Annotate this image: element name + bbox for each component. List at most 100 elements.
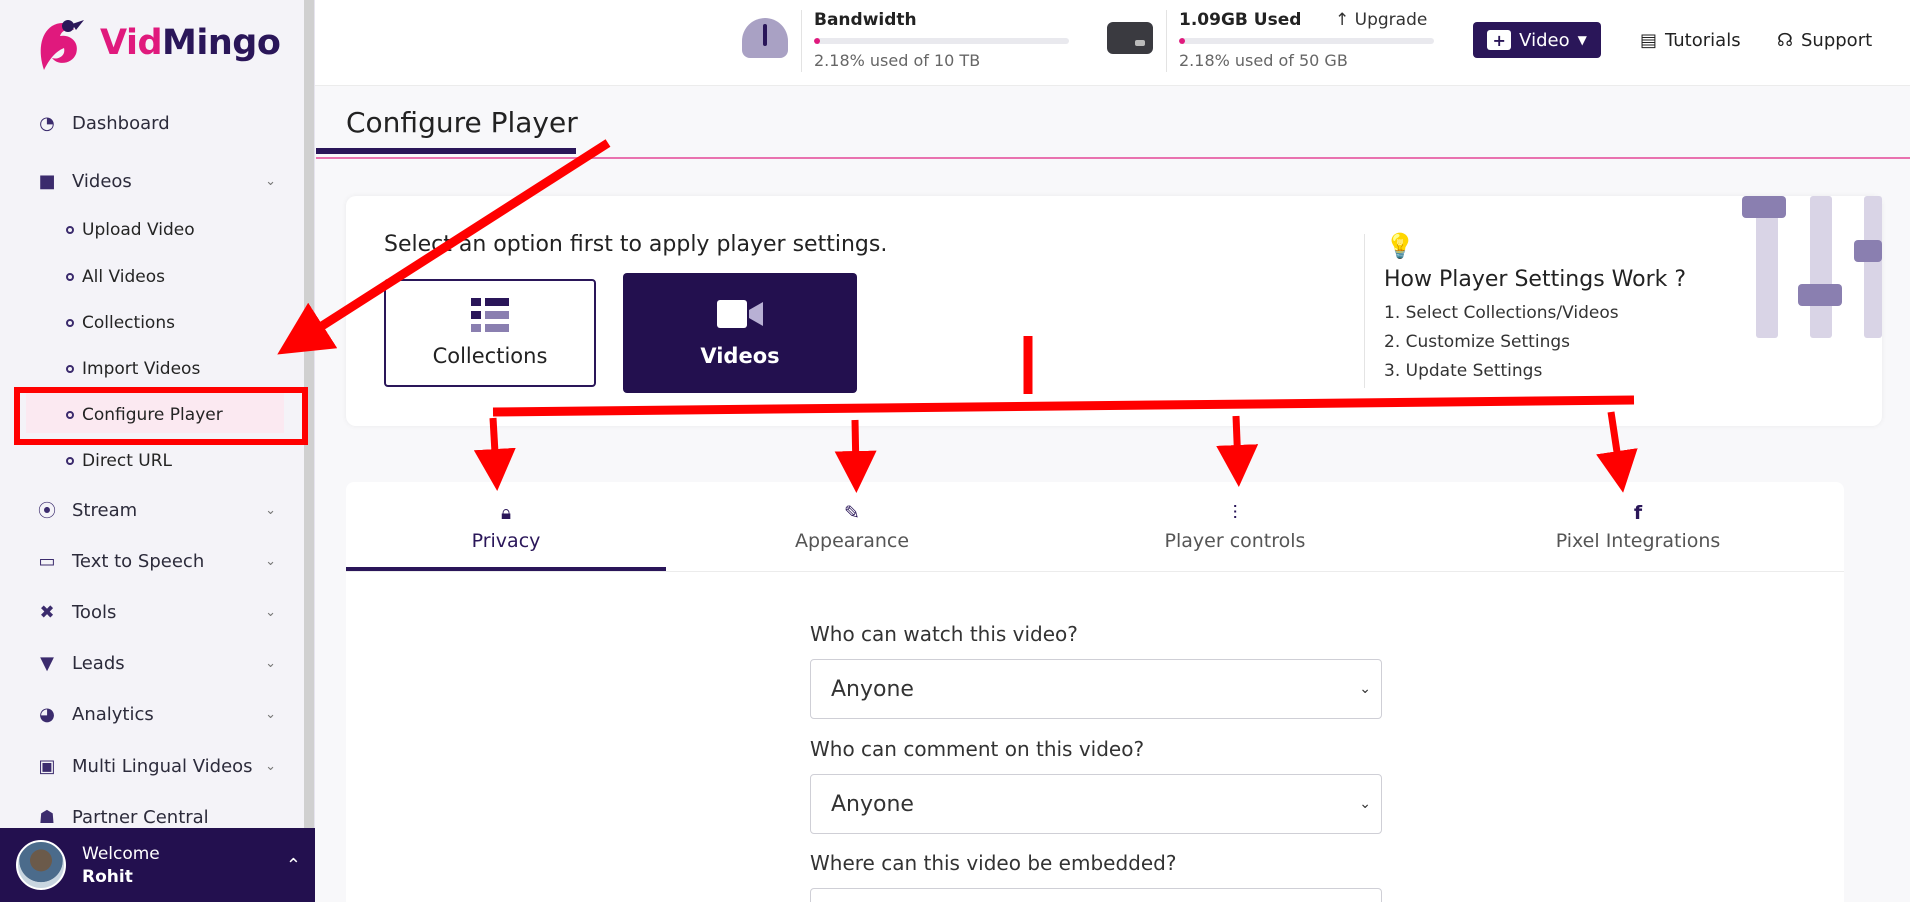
divider — [1166, 10, 1167, 72]
top-bar: Bandwidth 2.18% used of 10 TB 1.09GB Use… — [315, 0, 1910, 86]
sidebar-item-label: Multi Lingual Videos — [72, 755, 253, 777]
bandwidth-meter: Bandwidth 2.18% used of 10 TB — [814, 10, 1069, 70]
sidebar-item-videos[interactable]: ■ Videos ⌄ — [36, 164, 276, 198]
watch-permission-label: Who can watch this video? — [810, 622, 1078, 646]
chevron-down-icon: ⌄ — [1359, 681, 1371, 697]
sidebar-item-label: Analytics — [72, 703, 154, 725]
bandwidth-title: Bandwidth — [814, 10, 917, 30]
sidebar-item-text-to-speech[interactable]: ▭ Text to Speech ⌄ — [36, 544, 276, 578]
settings-sliders-illustration — [1742, 196, 1882, 338]
translate-icon: ▣ — [38, 755, 56, 777]
tab-appearance[interactable]: ✎ Appearance — [700, 482, 1004, 572]
comment-permission-select[interactable]: Anyone ⌄ — [810, 774, 1382, 834]
subitem-label: Collections — [82, 313, 175, 333]
sidebar-item-label: Leads — [72, 652, 125, 674]
tab-player-controls[interactable]: ⫶ Player controls — [1080, 482, 1390, 572]
chevron-down-icon: ⌄ — [265, 604, 276, 620]
videos-option-button[interactable]: Videos — [623, 273, 857, 393]
sliders-icon: ⫶ — [1232, 502, 1238, 524]
tutorials-link[interactable]: ▤ Tutorials — [1640, 30, 1741, 51]
add-video-button[interactable]: + Video ▼ — [1473, 22, 1601, 58]
divider — [1364, 234, 1365, 388]
brand-name: VidMingo — [100, 23, 281, 63]
sidebar-item-stream[interactable]: ⦿ Stream ⌄ — [36, 493, 276, 527]
how-step: 1. Select Collections/Videos — [1384, 303, 1619, 323]
filter-icon: ▼ — [40, 652, 54, 674]
bullet-icon — [66, 365, 74, 373]
sidebar-item-dashboard[interactable]: ◔ Dashboard — [36, 106, 276, 140]
logo[interactable]: VidMingo — [30, 12, 281, 74]
sidebar-subitem-upload-video[interactable]: Upload Video — [66, 215, 195, 245]
upgrade-label: Upgrade — [1354, 10, 1428, 30]
how-it-works-title: How Player Settings Work ? — [1384, 267, 1687, 292]
list-icon — [471, 298, 509, 332]
bullet-icon — [66, 273, 74, 281]
document-icon: ▤ — [1640, 30, 1658, 51]
sidebar: VidMingo ◔ Dashboard ■ Videos ⌄ Upload V… — [0, 0, 315, 902]
caret-down-icon: ▼ — [1577, 33, 1587, 47]
facebook-icon: f — [1633, 502, 1643, 524]
sidebar-subitem-import-videos[interactable]: Import Videos — [66, 354, 200, 384]
sidebar-subitem-all-videos[interactable]: All Videos — [66, 262, 165, 292]
bullet-icon — [66, 319, 74, 327]
tab-label: Pixel Integrations — [1555, 530, 1721, 552]
people-icon: ☗ — [38, 806, 56, 828]
chevron-down-icon: ⌄ — [265, 502, 276, 518]
sidebar-item-tools[interactable]: ✖ Tools ⌄ — [36, 595, 276, 629]
user-footer[interactable]: Welcome Rohit ⌃ — [0, 828, 315, 902]
upgrade-link[interactable]: ↑ Upgrade — [1335, 10, 1427, 30]
plus-icon: + — [1487, 30, 1512, 50]
storage-progress — [1179, 38, 1434, 44]
pie-chart-icon: ◕ — [39, 703, 55, 725]
chevron-down-icon: ⌄ — [265, 553, 276, 569]
chevron-down-icon: ⌄ — [1359, 796, 1371, 812]
storage-progress-fill — [1179, 38, 1185, 44]
watch-permission-select[interactable]: Anyone ⌄ — [810, 659, 1382, 719]
tools-icon: ✖ — [39, 601, 55, 623]
tutorials-label: Tutorials — [1665, 30, 1741, 51]
chevron-down-icon: ⌄ — [265, 655, 276, 671]
sidebar-item-label: Videos — [72, 170, 132, 192]
tab-label: Appearance — [794, 530, 910, 552]
sidebar-item-label: Dashboard — [72, 112, 170, 134]
speech-bubble-icon: ▭ — [38, 550, 56, 572]
bullet-icon — [66, 226, 74, 234]
page-title: Configure Player — [346, 106, 578, 139]
video-button-label: Video — [1519, 29, 1570, 51]
avatar — [16, 840, 66, 890]
active-tab-indicator — [346, 567, 666, 571]
sidebar-item-label: Tools — [72, 601, 117, 623]
divider — [801, 10, 802, 72]
tab-label: Privacy — [471, 530, 541, 552]
annotation-arrow — [834, 419, 877, 493]
sidebar-item-label: Text to Speech — [72, 550, 205, 572]
select-value: Anyone — [831, 791, 914, 817]
how-step: 2. Customize Settings — [1384, 332, 1570, 352]
sidebar-subitem-direct-url[interactable]: Direct URL — [66, 446, 172, 476]
bandwidth-progress-fill — [814, 38, 820, 44]
welcome-block: Welcome Rohit — [82, 844, 160, 887]
sidebar-item-leads[interactable]: ▼ Leads ⌄ — [36, 646, 276, 680]
videos-option-label: Videos — [700, 344, 780, 368]
collections-option-button[interactable]: Collections — [384, 279, 596, 387]
tab-label: Player controls — [1164, 530, 1306, 552]
storage-usage: 2.18% used of 50 GB — [1179, 51, 1348, 70]
chevron-down-icon: ⌄ — [265, 706, 276, 722]
welcome-text: Welcome — [82, 843, 160, 864]
lock-icon: 🔒︎ — [500, 502, 512, 524]
chevron-up-icon[interactable]: ⌃ — [286, 855, 301, 876]
arrow-up-icon: ↑ — [1335, 10, 1355, 30]
bandwidth-usage: 2.18% used of 10 TB — [814, 51, 981, 70]
tab-privacy[interactable]: 🔒︎ Privacy — [346, 482, 666, 572]
broadcast-icon: ⦿ — [38, 501, 56, 522]
support-link[interactable]: ☊ Support — [1777, 30, 1872, 51]
flamingo-logo-icon — [40, 20, 84, 70]
support-label: Support — [1801, 30, 1873, 51]
tab-pixel-integrations[interactable]: f Pixel Integrations — [1470, 482, 1806, 572]
sidebar-item-multi-lingual-videos[interactable]: ▣ Multi Lingual Videos ⌄ — [36, 749, 276, 783]
embed-permission-select[interactable] — [810, 888, 1382, 902]
sidebar-item-analytics[interactable]: ◕ Analytics ⌄ — [36, 697, 276, 731]
title-underline — [316, 148, 576, 154]
sidebar-subitem-collections[interactable]: Collections — [66, 308, 175, 338]
user-name: Rohit — [82, 866, 133, 887]
